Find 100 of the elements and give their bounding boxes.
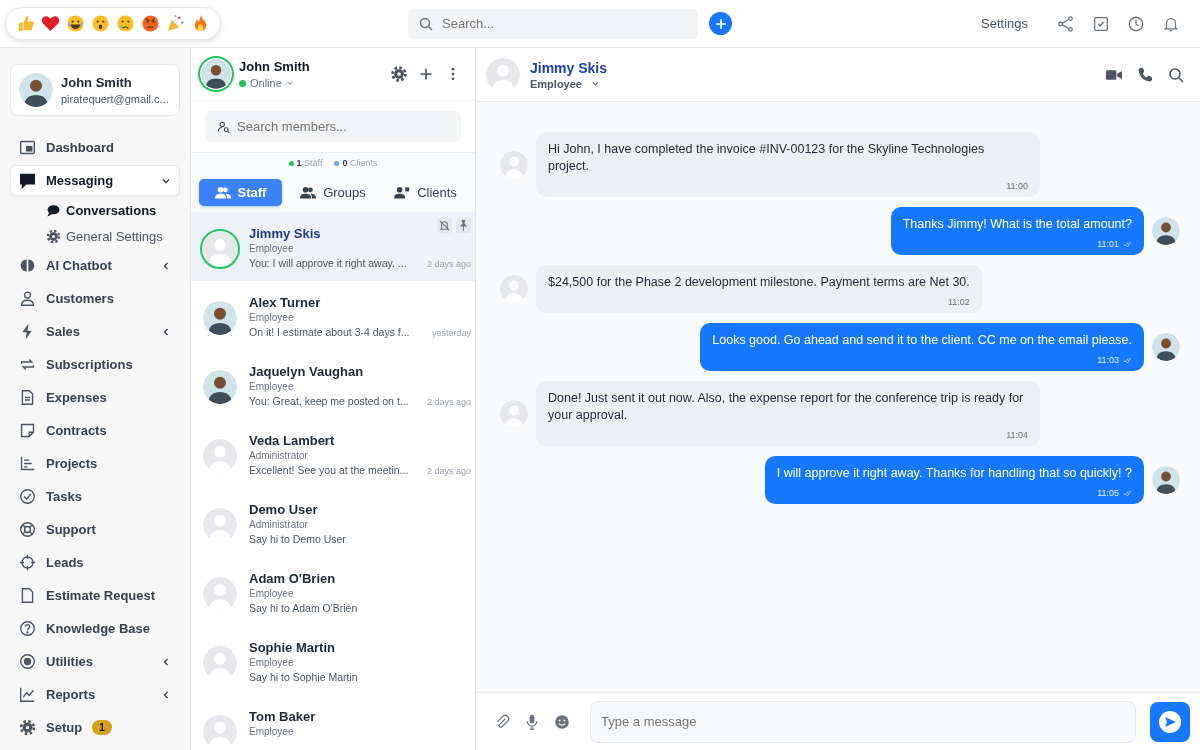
nav-item[interactable]: Knowledge Base [10, 613, 180, 644]
message-time: 11:00 [1006, 181, 1028, 191]
nav-item[interactable]: AI Chatbot [10, 250, 180, 281]
profile-photo [19, 73, 53, 107]
tab[interactable]: Staff [199, 179, 282, 206]
contact-name: Jimmy Skis [249, 226, 322, 241]
mute-icon[interactable] [437, 218, 452, 233]
share-icon[interactable] [1057, 14, 1075, 33]
laughing-face-icon[interactable] [66, 14, 85, 33]
nav-item[interactable]: Tasks [10, 481, 180, 512]
status-dropdown[interactable]: Online [239, 77, 310, 89]
checkbox-icon[interactable] [1092, 14, 1110, 33]
brain-icon [19, 257, 36, 274]
conversation-item[interactable]: Jimmy Skis Employee You: I will approve it right away. ... 2 days ago [191, 212, 475, 281]
profile-photo [1152, 333, 1180, 361]
chat-icon [19, 172, 36, 189]
send-button[interactable] [1150, 701, 1190, 742]
caret-icon [285, 79, 294, 87]
member-search-field[interactable]: Search members... [205, 111, 461, 142]
thumbs-up-icon[interactable] [16, 14, 35, 33]
nav-item[interactable]: Support [10, 514, 180, 545]
nav-item[interactable]: Projects [10, 448, 180, 479]
message-time: 11:01 [1097, 239, 1119, 249]
conversation-item[interactable]: Tom Baker Employee [191, 695, 475, 750]
bar-chart-icon [19, 455, 36, 472]
nav-item[interactable]: Dashboard [10, 132, 180, 163]
profile-photo [1152, 466, 1180, 494]
nav-item[interactable]: Contracts [10, 415, 180, 446]
attachment-icon[interactable] [494, 713, 510, 730]
add-button[interactable] [709, 12, 732, 35]
message-preview: Excellent! See you at the meetin... [249, 464, 409, 476]
search-icon [418, 15, 434, 32]
settings-icon[interactable] [391, 66, 407, 82]
message-preview: Say hi to Adam O'Brien [249, 602, 358, 614]
profile-card[interactable]: John Smith piratequert@gmail.c... [10, 64, 180, 116]
search-icon[interactable] [1168, 66, 1184, 83]
message-preview: You: Great, keep me posted on t... [249, 395, 409, 407]
message-preview: Say hi to Sophie Martin [249, 671, 358, 683]
chat-bubble-icon [46, 202, 61, 218]
contact-role: Employee [249, 243, 295, 254]
message-time: 11:05 [1097, 488, 1119, 498]
contact-name: Tom Baker [249, 709, 317, 724]
conversation-item[interactable]: Sophie Martin Employee Say hi to Sophie Martin [191, 626, 475, 695]
nav-item[interactable]: Messaging [10, 165, 180, 196]
pin-icon[interactable] [456, 218, 471, 233]
contact-role: Employee [249, 312, 295, 323]
add-icon[interactable] [418, 66, 434, 82]
contact-role: Administrator [249, 519, 309, 530]
profile-photo [1152, 217, 1180, 245]
tab[interactable]: Groups [291, 179, 375, 206]
repeat-icon [19, 356, 36, 373]
contact-role: Employee [249, 726, 295, 737]
nav-item[interactable]: Customers [10, 283, 180, 314]
message-time: 11:03 [1097, 355, 1119, 365]
avatar-icon [203, 577, 237, 611]
settings-link[interactable]: Settings [981, 16, 1028, 31]
role-dropdown[interactable]: Employee [530, 77, 608, 90]
contact-name: Alex Turner [249, 295, 322, 310]
conversation-item[interactable]: Jaquelyn Vaughan Employee You: Great, keep me posted on t... 2 days ago [191, 350, 475, 419]
submenu-item[interactable]: General Settings [10, 224, 180, 248]
profile-photo [201, 59, 231, 89]
timestamp: yesterday [431, 328, 471, 338]
nav-item[interactable]: Setup 1 [10, 712, 180, 743]
crying-face-icon[interactable] [116, 14, 135, 33]
heart-icon[interactable] [41, 14, 60, 33]
user-name: John Smith [61, 75, 133, 90]
microphone-icon[interactable] [524, 713, 540, 730]
message-text: Looks good. Go ahead and send it to the client. CC me on the email please. [712, 332, 1132, 349]
caret-icon [590, 79, 600, 88]
conversation-item[interactable]: Demo User Administrator Say hi to Demo User [191, 488, 475, 557]
nav-item[interactable]: Sales [10, 316, 180, 347]
contact-name: Veda Lambert [249, 433, 336, 448]
search-field[interactable]: Search... [408, 8, 698, 39]
surprised-face-icon[interactable] [91, 14, 110, 33]
clock-icon[interactable] [1127, 14, 1145, 33]
message-preview: On it! I estimate about 3-4 days f... [249, 326, 410, 338]
count-label: 1 Staff [296, 158, 323, 168]
message-input[interactable]: Type a message [590, 700, 1136, 743]
nav-item[interactable]: Utilities [10, 646, 180, 677]
nav-item[interactable]: Subscriptions [10, 349, 180, 380]
contact-role: Employee [249, 381, 295, 392]
submenu-item[interactable]: Conversations [10, 198, 180, 222]
profile-photo [203, 301, 237, 335]
emoji-icon[interactable] [554, 713, 570, 730]
avatar-icon [203, 232, 237, 266]
phone-icon[interactable] [1137, 66, 1153, 83]
conversation-item[interactable]: Alex Turner Employee On it! I estimate about 3-4 days f... yesterday [191, 281, 475, 350]
contact-name: Jimmy Skis [530, 59, 608, 76]
page-icon [19, 587, 36, 604]
nav-item[interactable]: Estimate Request [10, 580, 180, 611]
user-icon [19, 290, 36, 307]
nav-item[interactable]: Expenses [10, 382, 180, 413]
tab[interactable]: Clients [384, 179, 467, 206]
conversation-item[interactable]: Adam O'Brien Employee Say hi to Adam O'Brien [191, 557, 475, 626]
nav-item[interactable]: Reports [10, 679, 180, 710]
message-text: $24,500 for the Phase 2 development milestone. Payment terms are Net 30. [548, 274, 970, 291]
conversation-item[interactable]: Veda Lambert Administrator Excellent! See you at the meetin... 2 days ago [191, 419, 475, 488]
timestamp: 2 days ago [426, 259, 471, 269]
angry-face-icon[interactable] [141, 14, 160, 33]
nav-item[interactable]: Leads [10, 547, 180, 578]
